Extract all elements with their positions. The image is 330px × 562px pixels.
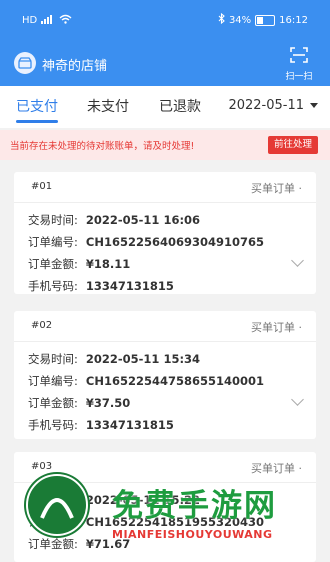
- status-right: 34% 16:12: [218, 12, 308, 27]
- active-tab-indicator: [16, 120, 58, 123]
- order-phone-row: 手机号码: 13347131815: [28, 418, 174, 432]
- chevron-down-icon[interactable]: [291, 254, 304, 267]
- order-no-row: 订单编号: CH16522541851955320430: [28, 515, 264, 529]
- tab-paid[interactable]: 已支付: [16, 96, 58, 116]
- signal-icon: [41, 14, 55, 27]
- pending-alert: 当前存在未处理的待对账账单，请及时处理! 前往处理: [0, 130, 330, 160]
- order-type: 买单订单 ·: [251, 321, 302, 334]
- date-value: 2022-05-11: [228, 98, 304, 113]
- order-index: #02: [31, 320, 53, 331]
- hd-indicator: HD: [22, 15, 38, 26]
- order-card-header: #01 买单订单 ·: [14, 172, 316, 203]
- store-name: 神奇的店铺: [42, 59, 108, 74]
- order-phone-row: 手机号码: 13347131815: [28, 279, 174, 293]
- go-handle-button[interactable]: 前往处理: [267, 136, 318, 154]
- order-index: #03: [31, 461, 53, 472]
- order-card[interactable]: #02 买单订单 · 交易时间: 2022-05-11 15:34 订单编号: CH…: [14, 311, 316, 439]
- tab-unpaid[interactable]: 未支付: [87, 96, 129, 116]
- store-icon: [14, 52, 36, 74]
- order-amount-row: 订单金额: ¥18.11: [28, 257, 131, 271]
- order-no-row: 订单编号: CH16522564069304910765: [28, 235, 264, 249]
- battery-icon: [255, 14, 276, 26]
- wifi-icon: [59, 14, 72, 27]
- order-time-row: 交易时间: 2022-05-11 15:22: [28, 493, 201, 507]
- order-tabs: 已支付 未支付 已退款 2022-05-11: [0, 86, 330, 128]
- clock: 16:12: [279, 14, 308, 26]
- app-header: 神奇的店铺 扫一扫: [0, 40, 330, 86]
- order-time-row: 交易时间: 2022-05-11 16:06: [28, 213, 201, 227]
- status-bar: HD 34% 16:12: [0, 0, 330, 40]
- alert-message: 当前存在未处理的待对账账单，请及时处理!: [10, 141, 195, 152]
- order-index: #01: [31, 181, 53, 192]
- scan-icon: [289, 47, 309, 68]
- order-time-row: 交易时间: 2022-05-11 15:34: [28, 352, 201, 366]
- chevron-down-icon[interactable]: [291, 393, 304, 406]
- tab-refunded[interactable]: 已退款: [159, 96, 201, 116]
- order-type: 买单订单 ·: [251, 182, 302, 195]
- order-type: 买单订单 ·: [251, 462, 302, 475]
- date-picker[interactable]: 2022-05-11: [228, 98, 318, 113]
- scan-label: 扫一扫: [285, 72, 313, 82]
- bluetooth-icon: [218, 12, 225, 27]
- order-card[interactable]: #01 买单订单 · 交易时间: 2022-05-11 16:06 订单编号: CH…: [14, 172, 316, 294]
- status-left: HD: [22, 14, 72, 27]
- scan-button[interactable]: 扫一扫: [282, 46, 316, 82]
- order-amount-row: 订单金额: ¥37.50: [28, 396, 131, 410]
- battery-percent: 34%: [228, 14, 252, 26]
- order-card-header: #03 买单订单 ·: [14, 452, 316, 483]
- order-no-row: 订单编号: CH16522544758655140001: [28, 374, 264, 388]
- chevron-down-icon: [310, 103, 318, 108]
- order-card[interactable]: #03 买单订单 · 交易时间: 2022-05-11 15:22 订单编号: CH…: [14, 452, 316, 562]
- order-card-header: #02 买单订单 ·: [14, 311, 316, 342]
